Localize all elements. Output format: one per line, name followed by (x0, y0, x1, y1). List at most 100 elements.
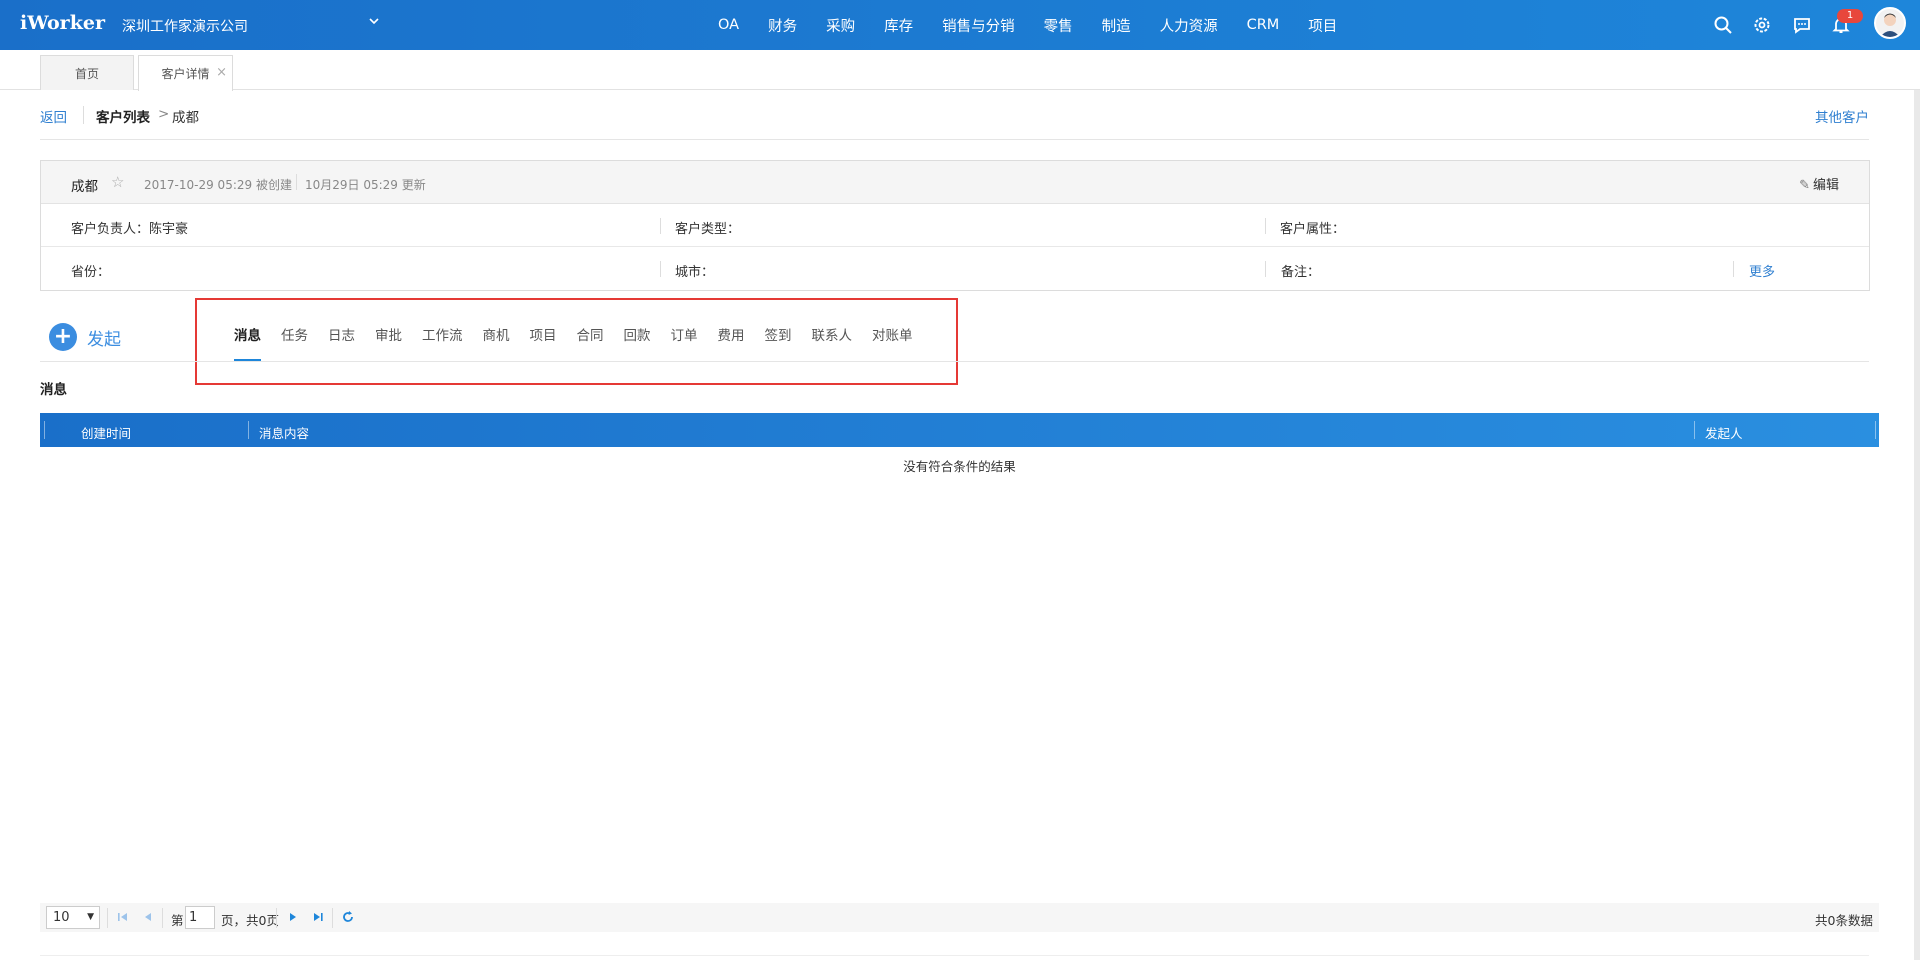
page-size-value: 10 (53, 910, 70, 925)
main-nav: OA 财务 采购 库存 销售与分销 零售 制造 人力资源 CRM 项目 (718, 0, 1366, 50)
total-count: 共0条数据 (1815, 913, 1873, 928)
next-page-icon[interactable] (286, 910, 300, 924)
divider (40, 955, 1869, 956)
divider (660, 261, 661, 277)
notification-badge: 1 (1837, 9, 1863, 23)
updated-time: 10月29日 05:29 更新 (305, 178, 426, 192)
nav-item-oa[interactable]: OA (718, 17, 739, 33)
chevron-down-icon[interactable] (368, 15, 380, 31)
pagination: 10 ▼ 第 1 页，共0页 共0条数据 (40, 903, 1879, 932)
caret-down-icon: ▼ (87, 912, 94, 922)
more-link[interactable]: 更多 (1749, 261, 1775, 280)
nav-item-hr[interactable]: 人力资源 (1160, 15, 1218, 36)
other-customers-link[interactable]: 其他客户 (1815, 106, 1869, 126)
empty-state: 没有符合条件的结果 (903, 459, 1016, 474)
divider (1265, 261, 1266, 277)
column-divider (1875, 421, 1876, 439)
divider (1733, 261, 1734, 277)
divider (40, 361, 1869, 362)
chat-icon[interactable] (1792, 15, 1812, 35)
search-icon[interactable] (1713, 15, 1733, 35)
launch-label: 发起 (87, 329, 121, 350)
tab-opportunities[interactable]: 商机 (483, 324, 510, 361)
top-navbar: iWorker 深圳工作家演示公司 OA 财务 采购 库存 销售与分销 零售 制… (0, 0, 1920, 50)
table-header: 创建时间 消息内容 发起人 (40, 413, 1879, 447)
column-created-time[interactable]: 创建时间 (81, 423, 131, 442)
tab-customer-detail[interactable]: 客户详情 × (138, 55, 233, 91)
nav-item-purchase[interactable]: 采购 (826, 15, 855, 36)
tab-checkins[interactable]: 签到 (765, 324, 792, 361)
divider (107, 908, 108, 928)
tab-contracts[interactable]: 合同 (577, 324, 604, 361)
breadcrumb-current: 成都 (172, 110, 199, 126)
divider (1265, 218, 1266, 234)
back-link[interactable]: 返回 (40, 106, 67, 126)
divider (660, 218, 661, 234)
customer-card-header: 成都 ☆ 2017-10-29 05:29 被创建 10月29日 05:29 更… (41, 161, 1869, 204)
customer-name: 成都 (71, 179, 98, 195)
plus-icon: + (49, 323, 77, 351)
divider (276, 908, 277, 928)
section-title: 消息 (40, 382, 67, 398)
column-initiator[interactable]: 发起人 (1705, 423, 1743, 442)
nav-item-sales[interactable]: 销售与分销 (942, 15, 1015, 36)
breadcrumb-customer-list[interactable]: 客户列表 (96, 106, 150, 126)
tab-workflow[interactable]: 工作流 (422, 324, 463, 361)
customer-owner: 客户负责人：陈宇豪 (71, 222, 189, 237)
tab-home-label: 首页 (74, 66, 99, 81)
nav-item-retail[interactable]: 零售 (1044, 15, 1073, 36)
divider (83, 106, 84, 124)
refresh-icon[interactable] (341, 910, 355, 924)
first-page-icon[interactable] (116, 910, 130, 924)
column-divider (248, 421, 249, 439)
created-time: 2017-10-29 05:29 被创建 (144, 178, 292, 192)
tab-contacts[interactable]: 联系人 (812, 324, 853, 361)
nav-item-project[interactable]: 项目 (1308, 15, 1337, 36)
divider (296, 174, 297, 190)
star-icon[interactable]: ☆ (111, 173, 124, 191)
tab-projects[interactable]: 项目 (530, 324, 557, 361)
divider (162, 908, 163, 928)
customer-province: 省份： (71, 265, 111, 280)
customer-info-row: 客户负责人：陈宇豪 客户类型： 客户属性： (41, 204, 1869, 247)
gear-icon[interactable] (1752, 15, 1772, 35)
close-icon[interactable]: × (216, 65, 227, 80)
company-name[interactable]: 深圳工作家演示公司 (122, 16, 248, 36)
tab-orders[interactable]: 订单 (671, 324, 698, 361)
last-page-icon[interactable] (311, 910, 325, 924)
pencil-icon: ✎ (1799, 178, 1810, 193)
tab-statements[interactable]: 对账单 (872, 324, 913, 361)
tab-approvals[interactable]: 审批 (375, 324, 402, 361)
nav-item-finance[interactable]: 财务 (768, 15, 797, 36)
nav-item-crm[interactable]: CRM (1247, 17, 1280, 33)
tab-logs[interactable]: 日志 (328, 324, 355, 361)
nav-item-manufacturing[interactable]: 制造 (1102, 15, 1131, 36)
tab-payments[interactable]: 回款 (624, 324, 651, 361)
page-prefix: 第 (171, 913, 184, 928)
page-size-select[interactable]: 10 ▼ (46, 906, 100, 929)
customer-info-row: 省份： 城市： 备注： 更多 (41, 247, 1869, 290)
prev-page-icon[interactable] (141, 910, 155, 924)
tab-expenses[interactable]: 费用 (718, 324, 745, 361)
scrollbar[interactable] (1914, 90, 1920, 960)
tab-customer-detail-label: 客户详情 (161, 67, 210, 81)
tab-tasks[interactable]: 任务 (281, 324, 308, 361)
nav-item-inventory[interactable]: 库存 (884, 15, 913, 36)
breadcrumb-separator: > (158, 106, 170, 122)
divider (332, 908, 333, 928)
tab-home[interactable]: 首页 (40, 55, 134, 90)
detail-tabs: 消息 任务 日志 审批 工作流 商机 项目 合同 回款 订单 费用 签到 联系人… (234, 324, 933, 361)
tab-messages[interactable]: 消息 (234, 324, 261, 361)
launch-button[interactable]: + 发起 (49, 323, 121, 351)
avatar[interactable] (1874, 7, 1906, 39)
edit-label: 编辑 (1812, 178, 1839, 193)
column-divider (44, 421, 45, 439)
customer-city: 城市： (675, 265, 715, 280)
app-logo[interactable]: iWorker (20, 12, 105, 34)
customer-info-card: 成都 ☆ 2017-10-29 05:29 被创建 10月29日 05:29 更… (40, 160, 1870, 291)
edit-button[interactable]: ✎ 编辑 (1799, 174, 1839, 193)
page-suffix: 页，共0页 (221, 913, 279, 928)
column-message-content[interactable]: 消息内容 (259, 423, 309, 442)
customer-attribute: 客户属性： (1280, 222, 1346, 237)
page-input[interactable]: 1 (185, 906, 215, 929)
